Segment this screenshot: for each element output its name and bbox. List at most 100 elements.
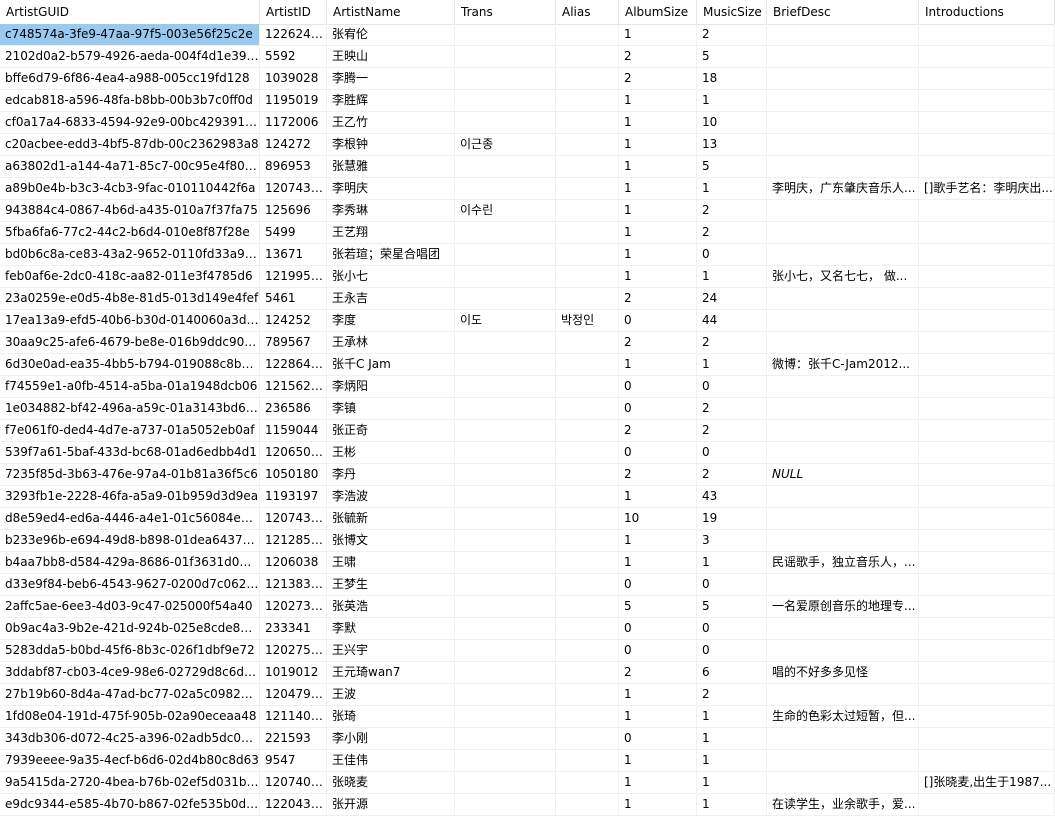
table-row[interactable]: 7235f85d-3b63-476e-97a4-01b81a36f5c6 1050… bbox=[0, 464, 1055, 486]
cell-briefdesc[interactable] bbox=[767, 156, 919, 178]
cell-musicsize[interactable]: 2 bbox=[697, 420, 767, 442]
cell-trans[interactable] bbox=[455, 464, 556, 486]
cell-trans[interactable] bbox=[455, 750, 556, 772]
cell-trans[interactable]: 이수린 bbox=[455, 200, 556, 222]
cell-introductions[interactable]: []歌手艺名：李明庆出... bbox=[919, 178, 1055, 200]
cell-artistid[interactable]: 5592 bbox=[260, 46, 327, 68]
cell-briefdesc[interactable]: NULL bbox=[767, 464, 919, 486]
cell-artistname[interactable]: 张若瑄；荣星合唱团 bbox=[327, 244, 455, 266]
cell-artistid[interactable]: 124272 bbox=[260, 134, 327, 156]
column-header-briefdesc[interactable]: BriefDesc bbox=[767, 0, 919, 25]
table-row[interactable]: 23a0259e-e0d5-4b8e-81d5-013d149e4fef 5461… bbox=[0, 288, 1055, 310]
table-row[interactable]: 0b9ac4a3-9b2e-421d-924b-025e8cde8be0 2333… bbox=[0, 618, 1055, 640]
cell-briefdesc[interactable]: 在读学生，业余歌手，爱... bbox=[767, 794, 919, 816]
cell-musicsize[interactable]: 2 bbox=[697, 464, 767, 486]
cell-musicsize[interactable]: 0 bbox=[697, 640, 767, 662]
cell-introductions[interactable] bbox=[919, 706, 1055, 728]
cell-artistguid[interactable]: f74559e1-a0fb-4514-a5ba-01a1948dcb06 bbox=[0, 376, 260, 398]
cell-trans[interactable] bbox=[455, 420, 556, 442]
table-row[interactable]: f74559e1-a0fb-4514-a5ba-01a1948dcb06 1215… bbox=[0, 376, 1055, 398]
cell-artistid[interactable]: 12074077 bbox=[260, 772, 327, 794]
cell-artistguid[interactable]: 1fd08e04-191d-475f-905b-02a90eceaa48 bbox=[0, 706, 260, 728]
cell-briefdesc[interactable] bbox=[767, 90, 919, 112]
cell-briefdesc[interactable] bbox=[767, 376, 919, 398]
cell-trans[interactable]: 이근종 bbox=[455, 134, 556, 156]
cell-introductions[interactable] bbox=[919, 244, 1055, 266]
cell-artistname[interactable]: 王兴宇 bbox=[327, 640, 455, 662]
cell-trans[interactable] bbox=[455, 24, 556, 46]
cell-artistid[interactable]: 12138335 bbox=[260, 574, 327, 596]
table-row[interactable]: 2affc5ae-6ee3-4d03-9c47-025000f54a40 1202… bbox=[0, 596, 1055, 618]
cell-trans[interactable] bbox=[455, 772, 556, 794]
table-row[interactable]: c748574a-3fe9-47aa-97f5-003e56f25c2e 1226… bbox=[0, 24, 1055, 46]
cell-albumsize[interactable]: 1 bbox=[619, 266, 697, 288]
cell-artistname[interactable]: 李明庆 bbox=[327, 178, 455, 200]
cell-artistguid[interactable]: 943884c4-0867-4b6d-a435-010a7f37fa75 bbox=[0, 200, 260, 222]
table-row[interactable]: bd0b6c8a-ce83-43a2-9652-0110fd33a912 1367… bbox=[0, 244, 1055, 266]
table-row[interactable]: 1fd08e04-191d-475f-905b-02a90eceaa48 1211… bbox=[0, 706, 1055, 728]
cell-albumsize[interactable]: 0 bbox=[619, 574, 697, 596]
cell-artistname[interactable]: 王映山 bbox=[327, 46, 455, 68]
cell-introductions[interactable] bbox=[919, 24, 1055, 46]
cell-introductions[interactable] bbox=[919, 728, 1055, 750]
cell-introductions[interactable] bbox=[919, 46, 1055, 68]
cell-briefdesc[interactable] bbox=[767, 398, 919, 420]
cell-artistname[interactable]: 张正奇 bbox=[327, 420, 455, 442]
cell-musicsize[interactable]: 5 bbox=[697, 596, 767, 618]
cell-trans[interactable] bbox=[455, 508, 556, 530]
table-row[interactable]: f7e061f0-ded4-4d7e-a737-01a5052eb0af 1159… bbox=[0, 420, 1055, 442]
cell-artistguid[interactable]: 0b9ac4a3-9b2e-421d-924b-025e8cde8be0 bbox=[0, 618, 260, 640]
cell-alias[interactable]: 박정인 bbox=[556, 310, 619, 332]
cell-artistid[interactable]: 12156222 bbox=[260, 376, 327, 398]
cell-alias[interactable] bbox=[556, 244, 619, 266]
cell-artistid[interactable]: 236586 bbox=[260, 398, 327, 420]
column-header-artistid[interactable]: ArtistID bbox=[260, 0, 327, 25]
cell-artistguid[interactable]: feb0af6e-2dc0-418c-aa82-011e3f4785d6 bbox=[0, 266, 260, 288]
column-header-introductions[interactable]: Introductions bbox=[919, 0, 1055, 25]
table-row[interactable]: 27b19b60-8d4a-47ad-bc77-02a5c09829cb 1204… bbox=[0, 684, 1055, 706]
cell-artistguid[interactable]: 30aa9c25-afe6-4679-be8e-016b9ddc9000 bbox=[0, 332, 260, 354]
cell-artistguid[interactable]: 17ea13a9-efd5-40b6-b30d-0140060a3d35 bbox=[0, 310, 260, 332]
cell-albumsize[interactable]: 0 bbox=[619, 618, 697, 640]
cell-albumsize[interactable]: 0 bbox=[619, 640, 697, 662]
cell-artistguid[interactable]: 27b19b60-8d4a-47ad-bc77-02a5c09829cb bbox=[0, 684, 260, 706]
cell-briefdesc[interactable]: 微博：张千C-Jam2012... bbox=[767, 354, 919, 376]
cell-musicsize[interactable]: 2 bbox=[697, 200, 767, 222]
table-row[interactable]: d33e9f84-beb6-4543-9627-0200d7c062ee 1213… bbox=[0, 574, 1055, 596]
cell-musicsize[interactable]: 2 bbox=[697, 398, 767, 420]
cell-artistname[interactable]: 李浩波 bbox=[327, 486, 455, 508]
cell-albumsize[interactable]: 1 bbox=[619, 552, 697, 574]
cell-alias[interactable] bbox=[556, 266, 619, 288]
table-row[interactable]: d8e59ed4-ed6a-4446-a4e1-01c56084e799 1207… bbox=[0, 508, 1055, 530]
cell-alias[interactable] bbox=[556, 662, 619, 684]
column-header-musicsize[interactable]: MusicSize bbox=[697, 0, 767, 25]
cell-alias[interactable] bbox=[556, 288, 619, 310]
cell-artistname[interactable]: 王佳伟 bbox=[327, 750, 455, 772]
cell-alias[interactable] bbox=[556, 332, 619, 354]
cell-briefdesc[interactable] bbox=[767, 772, 919, 794]
cell-artistname[interactable]: 王波 bbox=[327, 684, 455, 706]
cell-alias[interactable] bbox=[556, 354, 619, 376]
cell-albumsize[interactable]: 10 bbox=[619, 508, 697, 530]
cell-briefdesc[interactable] bbox=[767, 750, 919, 772]
cell-briefdesc[interactable] bbox=[767, 618, 919, 640]
cell-trans[interactable] bbox=[455, 706, 556, 728]
cell-alias[interactable] bbox=[556, 794, 619, 816]
cell-artistid[interactable]: 1195019 bbox=[260, 90, 327, 112]
cell-briefdesc[interactable] bbox=[767, 684, 919, 706]
cell-artistid[interactable]: 12199596 bbox=[260, 266, 327, 288]
cell-artistid[interactable]: 233341 bbox=[260, 618, 327, 640]
cell-trans[interactable] bbox=[455, 332, 556, 354]
cell-alias[interactable] bbox=[556, 68, 619, 90]
cell-introductions[interactable] bbox=[919, 794, 1055, 816]
cell-alias[interactable] bbox=[556, 46, 619, 68]
cell-artistname[interactable]: 李炳阳 bbox=[327, 376, 455, 398]
cell-introductions[interactable] bbox=[919, 618, 1055, 640]
cell-musicsize[interactable]: 1 bbox=[697, 266, 767, 288]
cell-albumsize[interactable]: 1 bbox=[619, 354, 697, 376]
cell-introductions[interactable] bbox=[919, 112, 1055, 134]
results-grid[interactable]: ArtistGUID ArtistID ArtistName Trans Alias Al… bbox=[0, 0, 1055, 816]
table-row[interactable]: a63802d1-a144-4a71-85c7-00c95e4f8095 8969… bbox=[0, 156, 1055, 178]
cell-introductions[interactable] bbox=[919, 376, 1055, 398]
cell-introductions[interactable] bbox=[919, 156, 1055, 178]
